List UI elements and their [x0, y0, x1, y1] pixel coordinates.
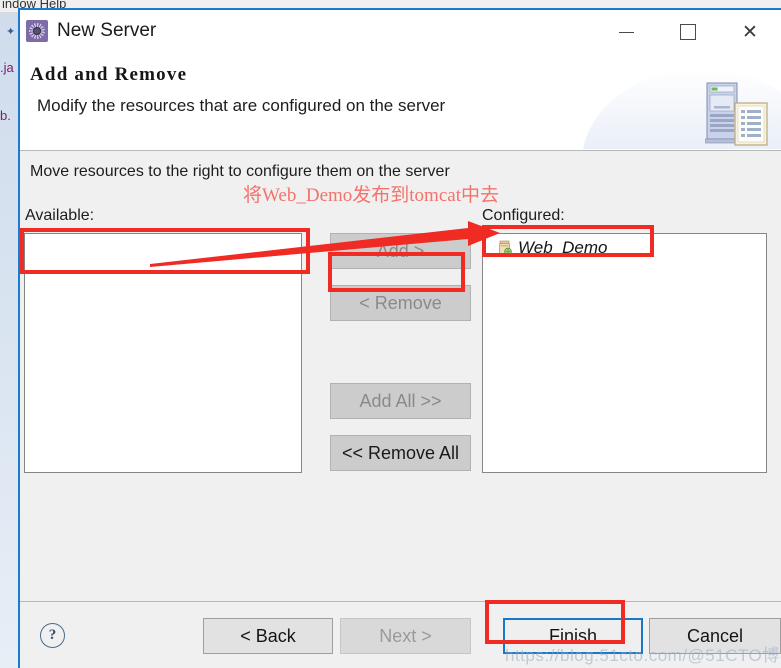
add-all-button[interactable]: Add All >> — [330, 383, 471, 419]
back-button[interactable]: < Back — [203, 618, 333, 654]
ide-file-fragment-java: .ja — [0, 60, 14, 75]
help-icon[interactable]: ? — [40, 623, 65, 648]
page-subtitle: Modify the resources that are configured… — [37, 96, 446, 115]
maximize-icon — [680, 24, 696, 40]
window-title: New Server — [57, 20, 157, 41]
dialog-body: Move resources to the right to configure… — [20, 151, 781, 601]
maximize-button[interactable] — [657, 10, 719, 54]
web-module-jar-icon — [499, 240, 512, 256]
configured-label: Configured: — [482, 207, 565, 224]
add-button[interactable]: Add > — [330, 233, 471, 269]
instruction-text: Move resources to the right to configure… — [30, 163, 450, 180]
dialog-titlebar: New Server ✕ — [20, 10, 781, 62]
server-and-document-icon — [705, 82, 768, 146]
minimize-icon — [618, 31, 634, 33]
cancel-button[interactable]: Cancel — [649, 618, 781, 654]
transfer-buttons: Add > < Remove Add All >> << Remove All — [330, 233, 475, 487]
finish-button[interactable]: Finish — [503, 618, 643, 654]
configured-list[interactable]: Web_Demo — [482, 233, 767, 473]
next-button[interactable]: Next > — [340, 618, 471, 654]
close-icon: ✕ — [742, 20, 758, 43]
available-list[interactable] — [24, 233, 302, 473]
ide-file-fragment-b: b. — [0, 108, 11, 123]
titlebar-left-group: New Server — [26, 20, 156, 42]
page-title: Add and Remove — [30, 64, 188, 85]
dialog-footer: ? < Back Next > Finish Cancel — [20, 601, 781, 668]
remove-button[interactable]: < Remove — [330, 285, 471, 321]
banner-artwork — [581, 62, 781, 149]
available-label: Available: — [25, 207, 95, 224]
remove-all-button[interactable]: << Remove All — [330, 435, 471, 471]
ide-sidebar-icon: ✦ — [6, 26, 16, 38]
new-server-dialog: New Server ✕ Add and Remove Modify the r… — [18, 8, 781, 668]
gear-icon — [26, 20, 48, 42]
dialog-banner: Add and Remove Modify the resources that… — [20, 62, 781, 151]
minimize-button[interactable] — [595, 10, 657, 54]
list-item-label: Web_Demo — [518, 238, 608, 257]
list-item[interactable]: Web_Demo — [483, 234, 766, 262]
close-button[interactable]: ✕ — [719, 10, 781, 54]
